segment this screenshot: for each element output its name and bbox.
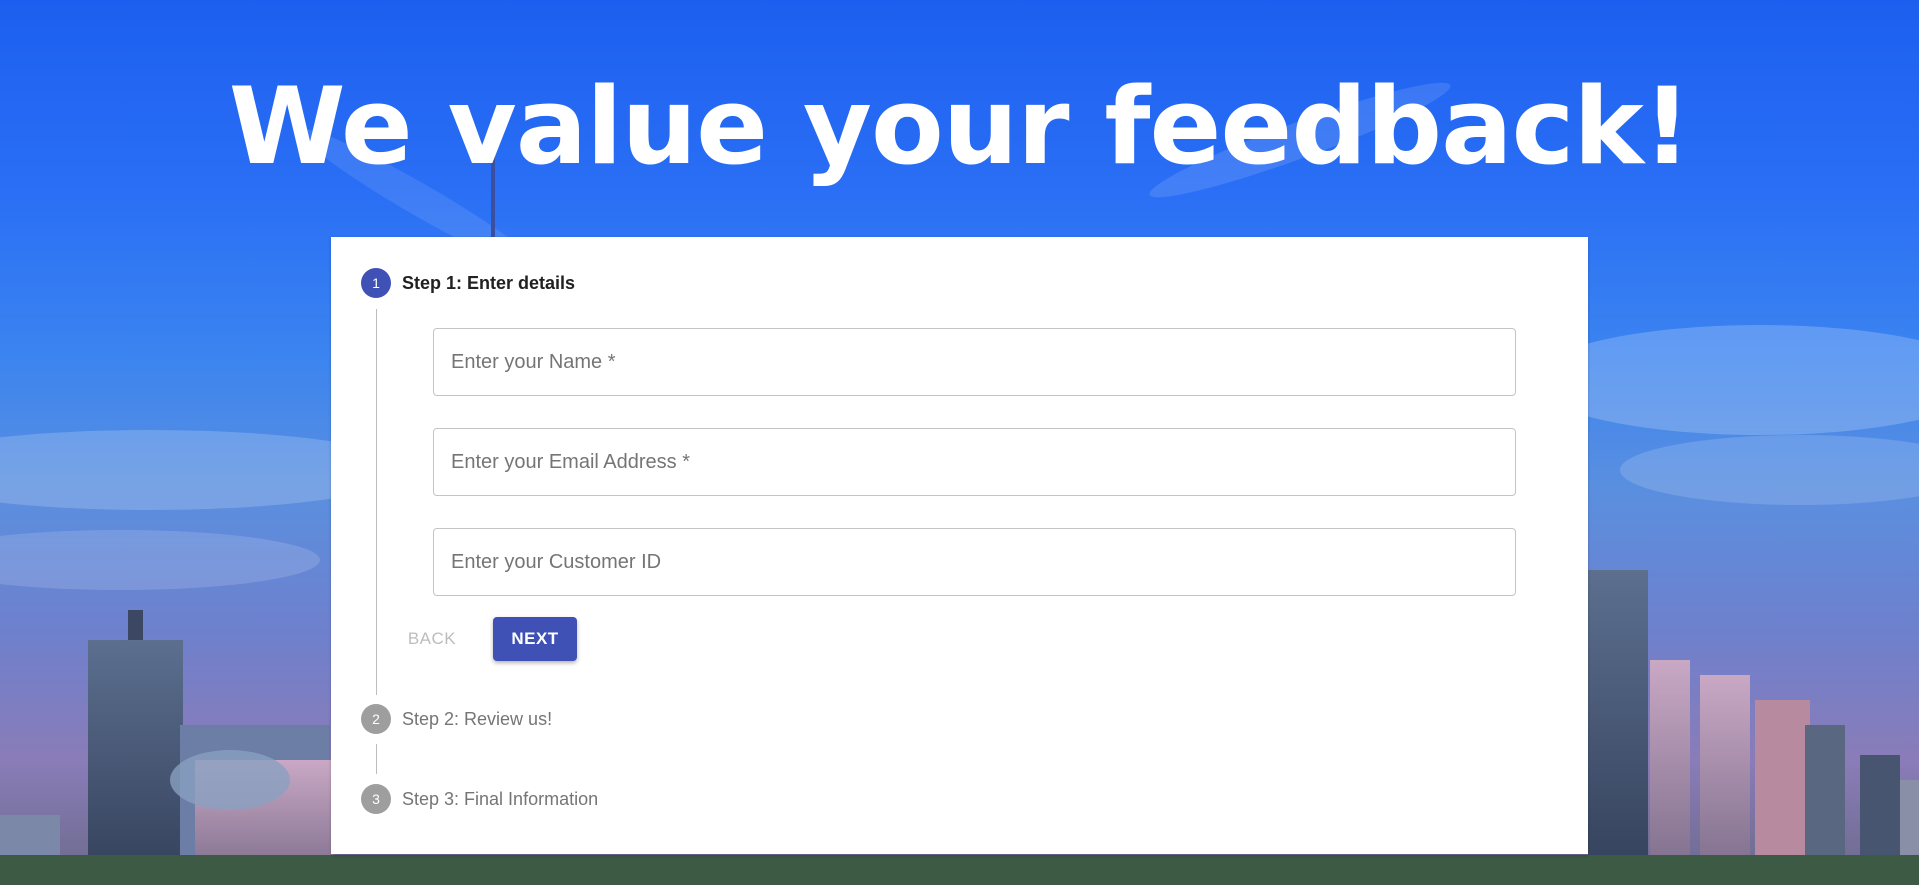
step-2-circle: 2 — [361, 704, 391, 734]
email-field[interactable]: Enter your Email Address * — [433, 428, 1516, 496]
feedback-stepper-card: 1 Step 1: Enter details Enter your Name … — [331, 237, 1588, 854]
email-field-label: Enter your Email Address * — [451, 450, 690, 473]
step-2-label: Step 2: Review us! — [402, 708, 553, 729]
step-connector-2 — [376, 744, 377, 774]
step-1-label: Step 1: Enter details — [402, 272, 576, 293]
step-1-circle: 1 — [361, 268, 391, 298]
next-button[interactable]: NEXT — [493, 617, 577, 661]
name-field[interactable]: Enter your Name * — [433, 328, 1516, 396]
page-title: We value your feedback! — [228, 65, 1692, 188]
back-button[interactable]: BACK — [403, 617, 461, 661]
customer-id-field-label: Enter your Customer ID — [451, 550, 662, 573]
customer-id-field[interactable]: Enter your Customer ID — [433, 528, 1516, 596]
name-field-label: Enter your Name * — [451, 350, 616, 373]
step-3-header[interactable]: 3 Step 3: Final Information — [361, 784, 598, 814]
step-connector-1 — [376, 309, 377, 695]
step-2-header[interactable]: 2 Step 2: Review us! — [361, 704, 552, 734]
step-3-circle: 3 — [361, 784, 391, 814]
step-3-label: Step 3: Final Information — [402, 788, 599, 809]
step-1-header[interactable]: 1 Step 1: Enter details — [361, 268, 575, 298]
